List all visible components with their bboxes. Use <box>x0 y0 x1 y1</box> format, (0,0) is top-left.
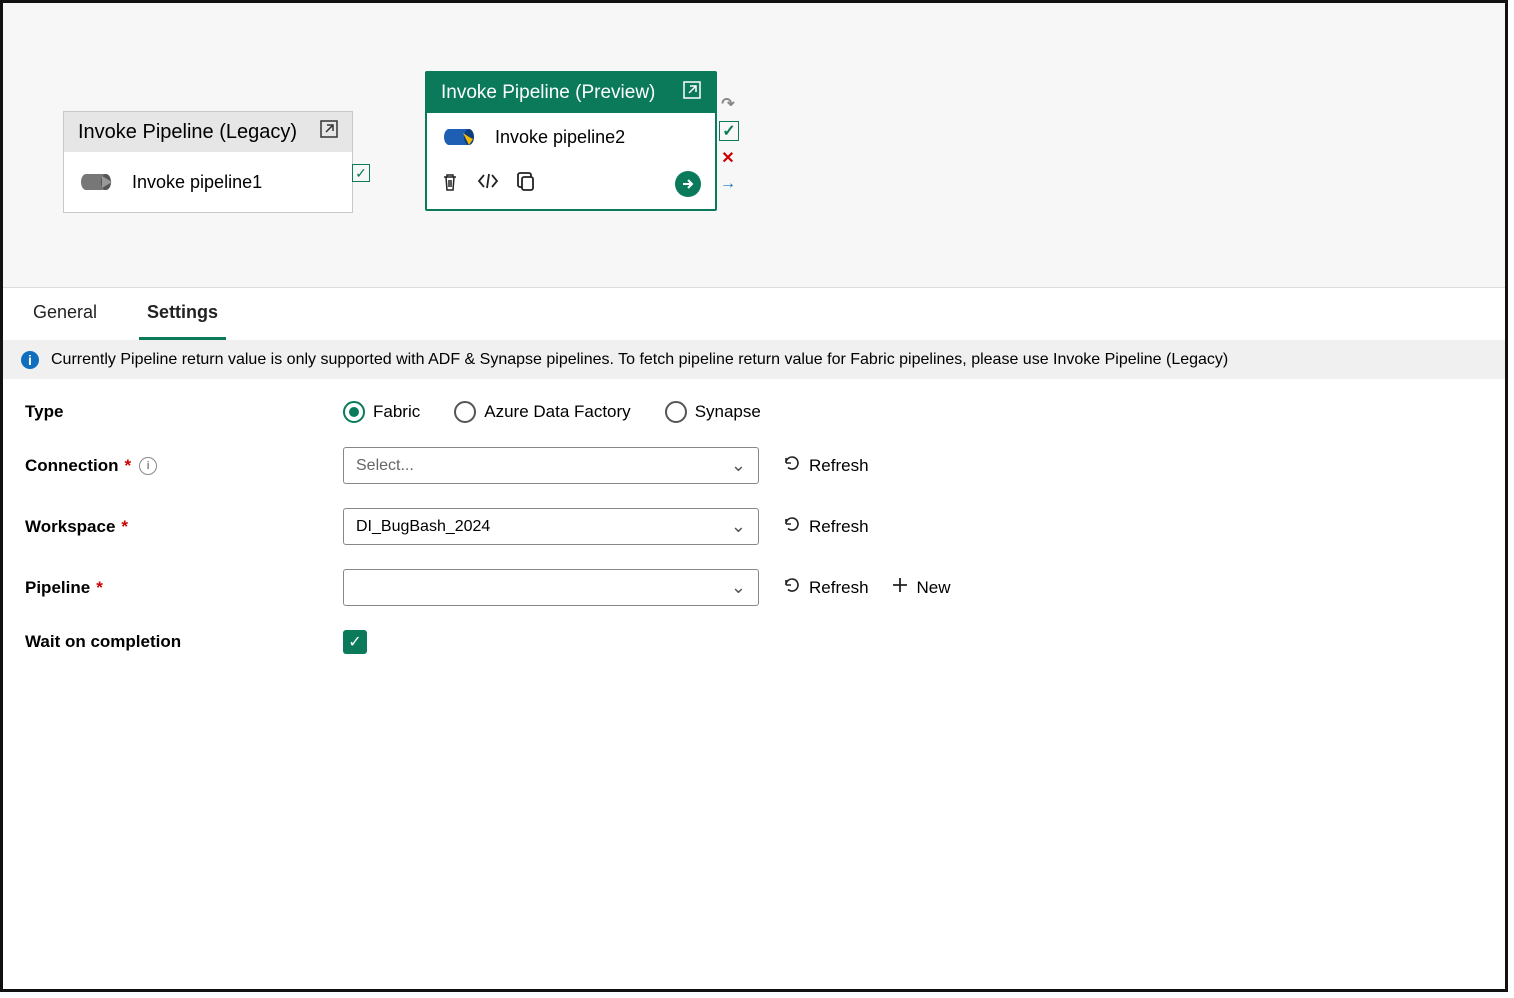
expand-icon[interactable] <box>683 81 701 105</box>
success-output-icon[interactable]: ✓ <box>352 164 370 182</box>
run-icon[interactable] <box>675 171 701 197</box>
tab-settings[interactable]: Settings <box>139 288 226 340</box>
skip-icon[interactable]: → <box>719 175 737 193</box>
label-workspace: Workspace <box>25 517 115 537</box>
activity-name: Invoke pipeline1 <box>132 172 262 193</box>
chevron-down-icon <box>731 516 746 537</box>
code-icon[interactable] <box>477 172 499 197</box>
pipeline-icon <box>78 170 118 194</box>
copy-icon[interactable] <box>517 172 535 197</box>
label-connection: Connection <box>25 456 119 476</box>
refresh-icon <box>783 454 801 477</box>
delete-icon[interactable] <box>441 172 459 197</box>
card-title: Invoke Pipeline (Legacy) <box>78 121 297 144</box>
activity-card-legacy[interactable]: Invoke Pipeline (Legacy) Invoke pipeline… <box>63 111 353 213</box>
banner-text: Currently Pipeline return value is only … <box>51 351 1228 369</box>
new-pipeline-button[interactable]: New <box>891 576 951 599</box>
label-pipeline: Pipeline <box>25 578 90 598</box>
chevron-down-icon <box>731 577 746 598</box>
radio-fabric[interactable]: Fabric <box>343 401 420 423</box>
activity-name: Invoke pipeline2 <box>495 127 625 148</box>
required-icon: * <box>121 517 128 537</box>
card-title: Invoke Pipeline (Preview) <box>441 82 655 104</box>
output-stack: ↷ ✓ ✕ → <box>719 95 739 193</box>
settings-form: Type Fabric Azure Data Factory Synapse C… <box>3 379 1505 700</box>
tabs: General Settings <box>3 288 1505 341</box>
info-banner: i Currently Pipeline return value is onl… <box>3 341 1505 379</box>
expand-icon[interactable] <box>320 120 338 144</box>
tab-general[interactable]: General <box>25 288 105 340</box>
connection-select[interactable]: Select... <box>343 447 759 484</box>
refresh-pipeline[interactable]: Refresh <box>783 576 869 599</box>
refresh-connection[interactable]: Refresh <box>783 454 869 477</box>
refresh-icon <box>783 515 801 538</box>
required-icon: * <box>96 578 103 598</box>
info-icon: i <box>21 351 39 369</box>
wait-checkbox[interactable]: ✓ <box>343 630 367 654</box>
refresh-workspace[interactable]: Refresh <box>783 515 869 538</box>
pipeline-canvas[interactable]: Invoke Pipeline (Legacy) Invoke pipeline… <box>3 3 1505 288</box>
label-type: Type <box>25 402 343 422</box>
help-icon[interactable]: i <box>139 457 157 475</box>
plus-icon <box>891 576 909 599</box>
workspace-select[interactable]: DI_BugBash_2024 <box>343 508 759 545</box>
redo-icon[interactable]: ↷ <box>719 95 737 113</box>
chevron-down-icon <box>731 455 746 476</box>
activity-card-preview[interactable]: Invoke Pipeline (Preview) Invoke pipelin… <box>425 71 717 211</box>
radio-synapse[interactable]: Synapse <box>665 401 761 423</box>
radio-adf[interactable]: Azure Data Factory <box>454 401 630 423</box>
pipeline-icon <box>441 125 481 149</box>
refresh-icon <box>783 576 801 599</box>
pipeline-select[interactable] <box>343 569 759 606</box>
fail-icon[interactable]: ✕ <box>719 149 737 167</box>
label-wait: Wait on completion <box>25 632 343 652</box>
success-icon[interactable]: ✓ <box>719 121 739 141</box>
required-icon: * <box>125 456 132 476</box>
